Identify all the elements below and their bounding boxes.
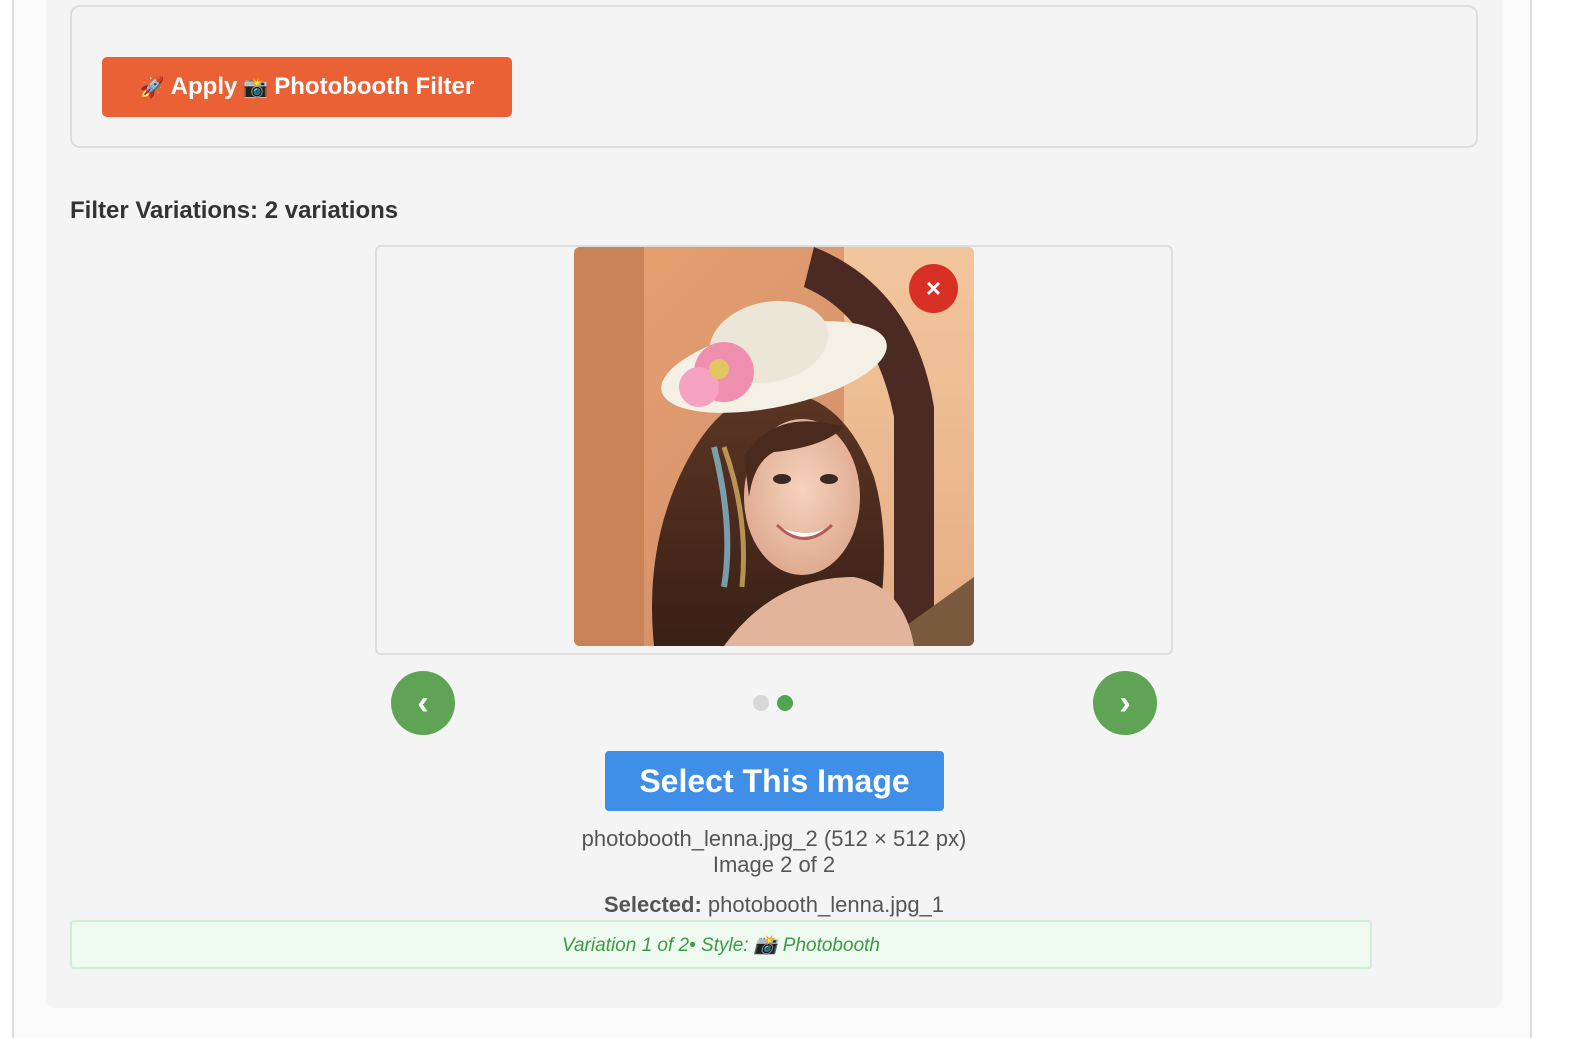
apply-button-label-prefix: Apply <box>170 73 238 100</box>
selected-status: Selected: photobooth_lenna.jpg_1 <box>474 892 1074 918</box>
image-position-line: Image 2 of 2 <box>712 852 836 877</box>
camera-icon: 📸 <box>243 76 269 99</box>
pagination-dots <box>753 695 793 711</box>
next-image-button[interactable]: › <box>1093 671 1157 735</box>
file-info: photobooth_lenna.jpg_2 (512 × 512 px) Im… <box>474 826 1074 878</box>
variation-info-bar: Variation 1 of 2• Style: 📸 Photobooth <box>70 920 1372 969</box>
apply-button-label-suffix: Photobooth Filter <box>274 73 475 100</box>
remove-image-button[interactable]: × <box>909 264 958 313</box>
pagination-dot-1[interactable] <box>753 695 769 711</box>
previous-image-button[interactable]: ‹ <box>391 671 455 735</box>
apply-filter-button[interactable]: 🚀 Apply 📸 Photobooth Filter <box>102 57 512 117</box>
variations-heading: Filter Variations: 2 variations <box>70 197 399 224</box>
variation-image[interactable] <box>574 247 974 646</box>
portrait-photo-icon <box>574 247 974 646</box>
selected-label: Selected: <box>603 892 702 917</box>
selected-value: photobooth_lenna.jpg_1 <box>707 892 945 917</box>
file-name-line: photobooth_lenna.jpg_2 (512 × 512 px) <box>581 826 967 851</box>
select-image-button[interactable]: Select This Image <box>605 751 944 811</box>
pagination-dot-2[interactable] <box>777 695 793 711</box>
rocket-icon: 🚀 <box>139 76 165 99</box>
